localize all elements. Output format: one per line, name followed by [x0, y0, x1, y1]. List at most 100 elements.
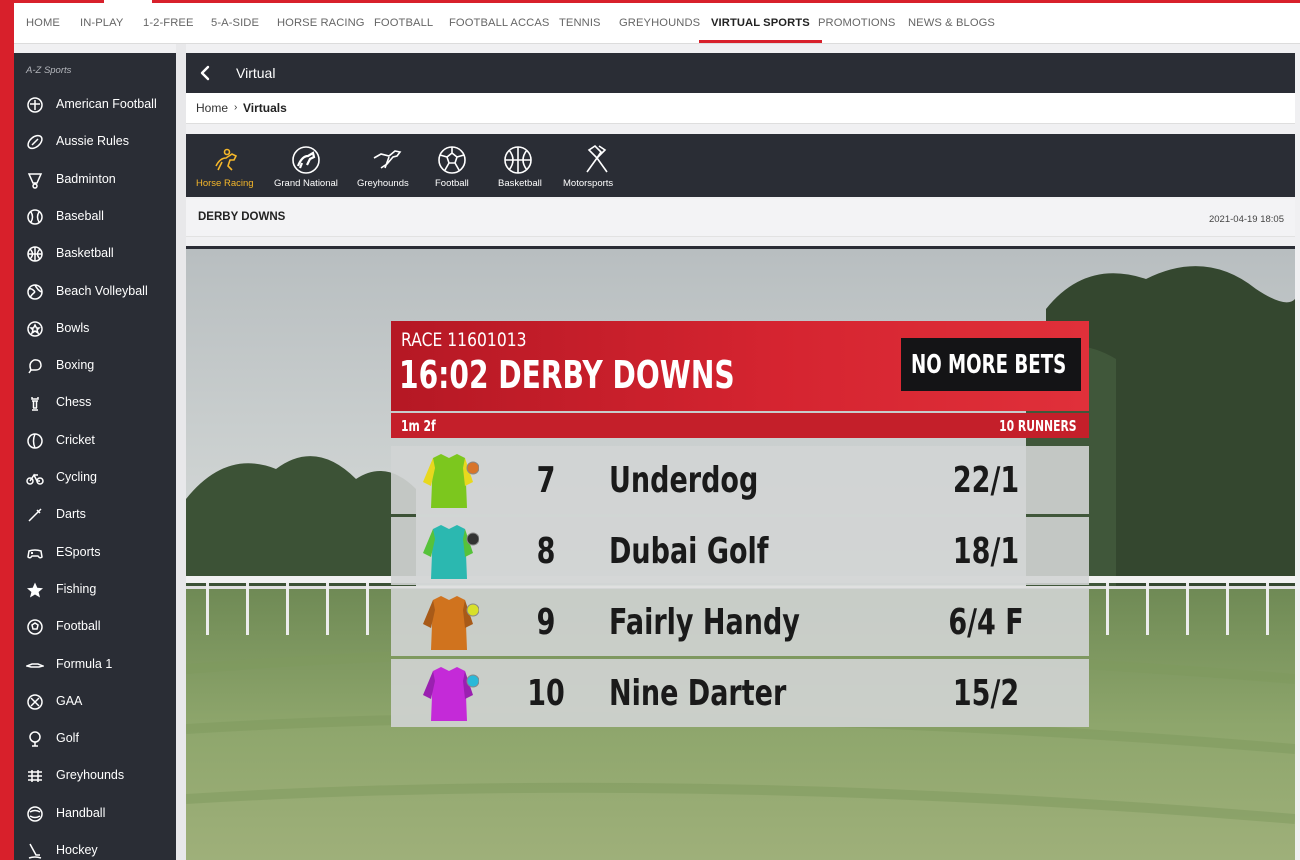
sidebar-item-label: Hockey [56, 843, 98, 857]
breadcrumb-home-link[interactable]: Home [196, 101, 228, 115]
nav-promotions[interactable]: PROMOTIONS [818, 3, 895, 43]
race-number: RACE 11601013 [401, 329, 527, 351]
runner-name: Underdog [609, 460, 759, 501]
sidebar-item-basketball[interactable]: Basketball [14, 237, 176, 271]
runner-name: Fairly Handy [609, 602, 800, 643]
nav-5-a-side[interactable]: 5-A-SIDE [211, 3, 259, 43]
sidebar-item-bowls[interactable]: Bowls [14, 312, 176, 346]
tab-label: Grand National [274, 178, 338, 189]
volleyball-icon [27, 283, 43, 300]
sidebar-item-american-football[interactable]: American Football [14, 88, 176, 122]
race-distance: 1m 2f [401, 417, 436, 435]
sidebar-item-football[interactable]: Football [14, 610, 176, 644]
sidebar-item-formula-1[interactable]: Formula 1 [14, 648, 176, 682]
runner-number: 10 [527, 673, 565, 714]
runner-odds: 15/2 [952, 673, 1020, 714]
sidebar-item-cycling[interactable]: Cycling [14, 461, 176, 495]
sidebar-item-label: ESports [56, 544, 101, 559]
sidebar-item-baseball[interactable]: Baseball [14, 200, 176, 234]
runner-number: 7 [536, 460, 556, 501]
sidebar-item-badminton[interactable]: Badminton [14, 163, 176, 197]
sidebar-item-label: Football [56, 619, 101, 634]
runner-number: 8 [536, 531, 556, 572]
baseball-icon [27, 209, 43, 225]
nav-football[interactable]: FOOTBALL [374, 3, 433, 43]
american-football-icon [27, 97, 43, 113]
event-name: DERBY DOWNS [198, 211, 286, 223]
sidebar-item-label: Basketball [56, 246, 114, 261]
sidebar-item-label: Baseball [56, 208, 104, 223]
chess-icon [31, 397, 39, 412]
tab-label: Greyhounds [357, 178, 409, 189]
sidebar-item-chess[interactable]: Chess [14, 386, 176, 420]
sidebar-item-darts[interactable]: Darts [14, 498, 176, 532]
nav-football-accas[interactable]: FOOTBALL ACCAS [449, 3, 549, 43]
chequered-flags-icon [586, 144, 608, 173]
tab-grand-national[interactable]: Grand National [274, 134, 364, 197]
breadcrumb-current: Virtuals [243, 101, 287, 115]
sidebar-item-fishing[interactable]: Fishing [14, 573, 176, 607]
sidebar-item-cricket[interactable]: Cricket [14, 424, 176, 458]
sidebar-item-label: Golf [56, 731, 79, 746]
nav-1-2-free[interactable]: 1-2-FREE [143, 3, 194, 43]
tab-label: Motorsports [563, 178, 614, 189]
gaa-icon [27, 694, 43, 710]
runner-row: 7 Underdog 22/1 [391, 446, 1089, 514]
sidebar-item-golf[interactable]: Golf [14, 722, 176, 756]
boxing-icon [28, 359, 42, 374]
page-title: Virtual [236, 65, 276, 81]
sidebar-item-label: Cricket [56, 432, 95, 447]
nav-horse-racing[interactable]: HORSE RACING [277, 3, 365, 43]
formula1-icon [26, 662, 44, 668]
sidebar-item-boxing[interactable]: Boxing [14, 349, 176, 383]
runner-number: 9 [536, 602, 556, 643]
nav-in-play[interactable]: IN-PLAY [80, 3, 123, 43]
event-datetime: 2021-04-19 18:05 [1208, 214, 1284, 225]
top-navigation: HOME IN-PLAY 1-2-FREE 5-A-SIDE HORSE RACING F… [14, 3, 1300, 44]
runner-odds: 6/4 F [948, 602, 1024, 643]
sidebar-item-gaa[interactable]: GAA [14, 685, 176, 719]
nav-home[interactable]: HOME [26, 3, 60, 43]
sidebar-item-label: Cycling [56, 470, 97, 484]
sidebar-item-greyhounds[interactable]: Greyhounds [14, 759, 176, 793]
sidebar-item-handball[interactable]: Handball [14, 797, 176, 831]
runners-count: 10 RUNNERS [999, 417, 1077, 435]
jockey-silk-icon [423, 667, 479, 721]
breadcrumb-separator: › [234, 102, 238, 113]
basketball-icon [504, 146, 532, 174]
runner-row: 10 Nine Darter 15/2 [391, 659, 1089, 727]
race-video-stream[interactable]: RACE 11601013 16:02 DERBY DOWNS NO MORE … [186, 246, 1295, 860]
sidebar-item-label: Handball [56, 805, 106, 820]
aussie-rules-icon [27, 135, 43, 150]
runner-name: Dubai Golf [609, 531, 769, 572]
tab-horse-racing[interactable]: Horse Racing [196, 134, 286, 197]
tab-label: Basketball [498, 178, 542, 189]
sidebar-item-aussie-rules[interactable]: Aussie Rules [14, 125, 176, 159]
runner-odds: 22/1 [952, 460, 1020, 501]
back-button[interactable] [196, 63, 216, 83]
nav-greyhounds[interactable]: GREYHOUNDS [619, 3, 700, 43]
betting-status-text: NO MORE BETS [911, 350, 1067, 380]
sidebar-item-label: Chess [56, 395, 92, 410]
sidebar-item-hockey[interactable]: Hockey [14, 834, 176, 860]
jockey-silk-icon [423, 525, 479, 579]
sidebar-item-label: American Football [56, 97, 157, 111]
nav-virtual-sports[interactable]: VIRTUAL SPORTS [699, 3, 822, 43]
sidebar-item-beach-volleyball[interactable]: Beach Volleyball [14, 275, 176, 309]
virtual-sports-tabs: Horse Racing Grand National Greyhounds Foot… [186, 134, 1295, 197]
sidebar-item-esports[interactable]: ESports [14, 536, 176, 570]
sidebar-item-label: Greyhounds [56, 768, 125, 783]
nav-news-blogs[interactable]: NEWS & BLOGS [908, 3, 995, 43]
sidebar-item-label: GAA [56, 693, 83, 708]
football-icon [438, 146, 466, 174]
sidebar-item-label: Formula 1 [56, 656, 113, 671]
tab-greyhounds[interactable]: Greyhounds [357, 134, 447, 197]
tab-motorsports[interactable]: Motorsports [563, 134, 653, 197]
badminton-icon [27, 172, 43, 189]
sidebar-item-label: Fishing [56, 581, 97, 596]
nav-tennis[interactable]: TENNIS [559, 3, 601, 43]
sidebar-item-label: Boxing [56, 358, 95, 373]
sidebar-item-label: Beach Volleyball [56, 283, 148, 298]
runner-name: Nine Darter [609, 673, 787, 714]
breadcrumb: Home › Virtuals [186, 93, 1295, 124]
